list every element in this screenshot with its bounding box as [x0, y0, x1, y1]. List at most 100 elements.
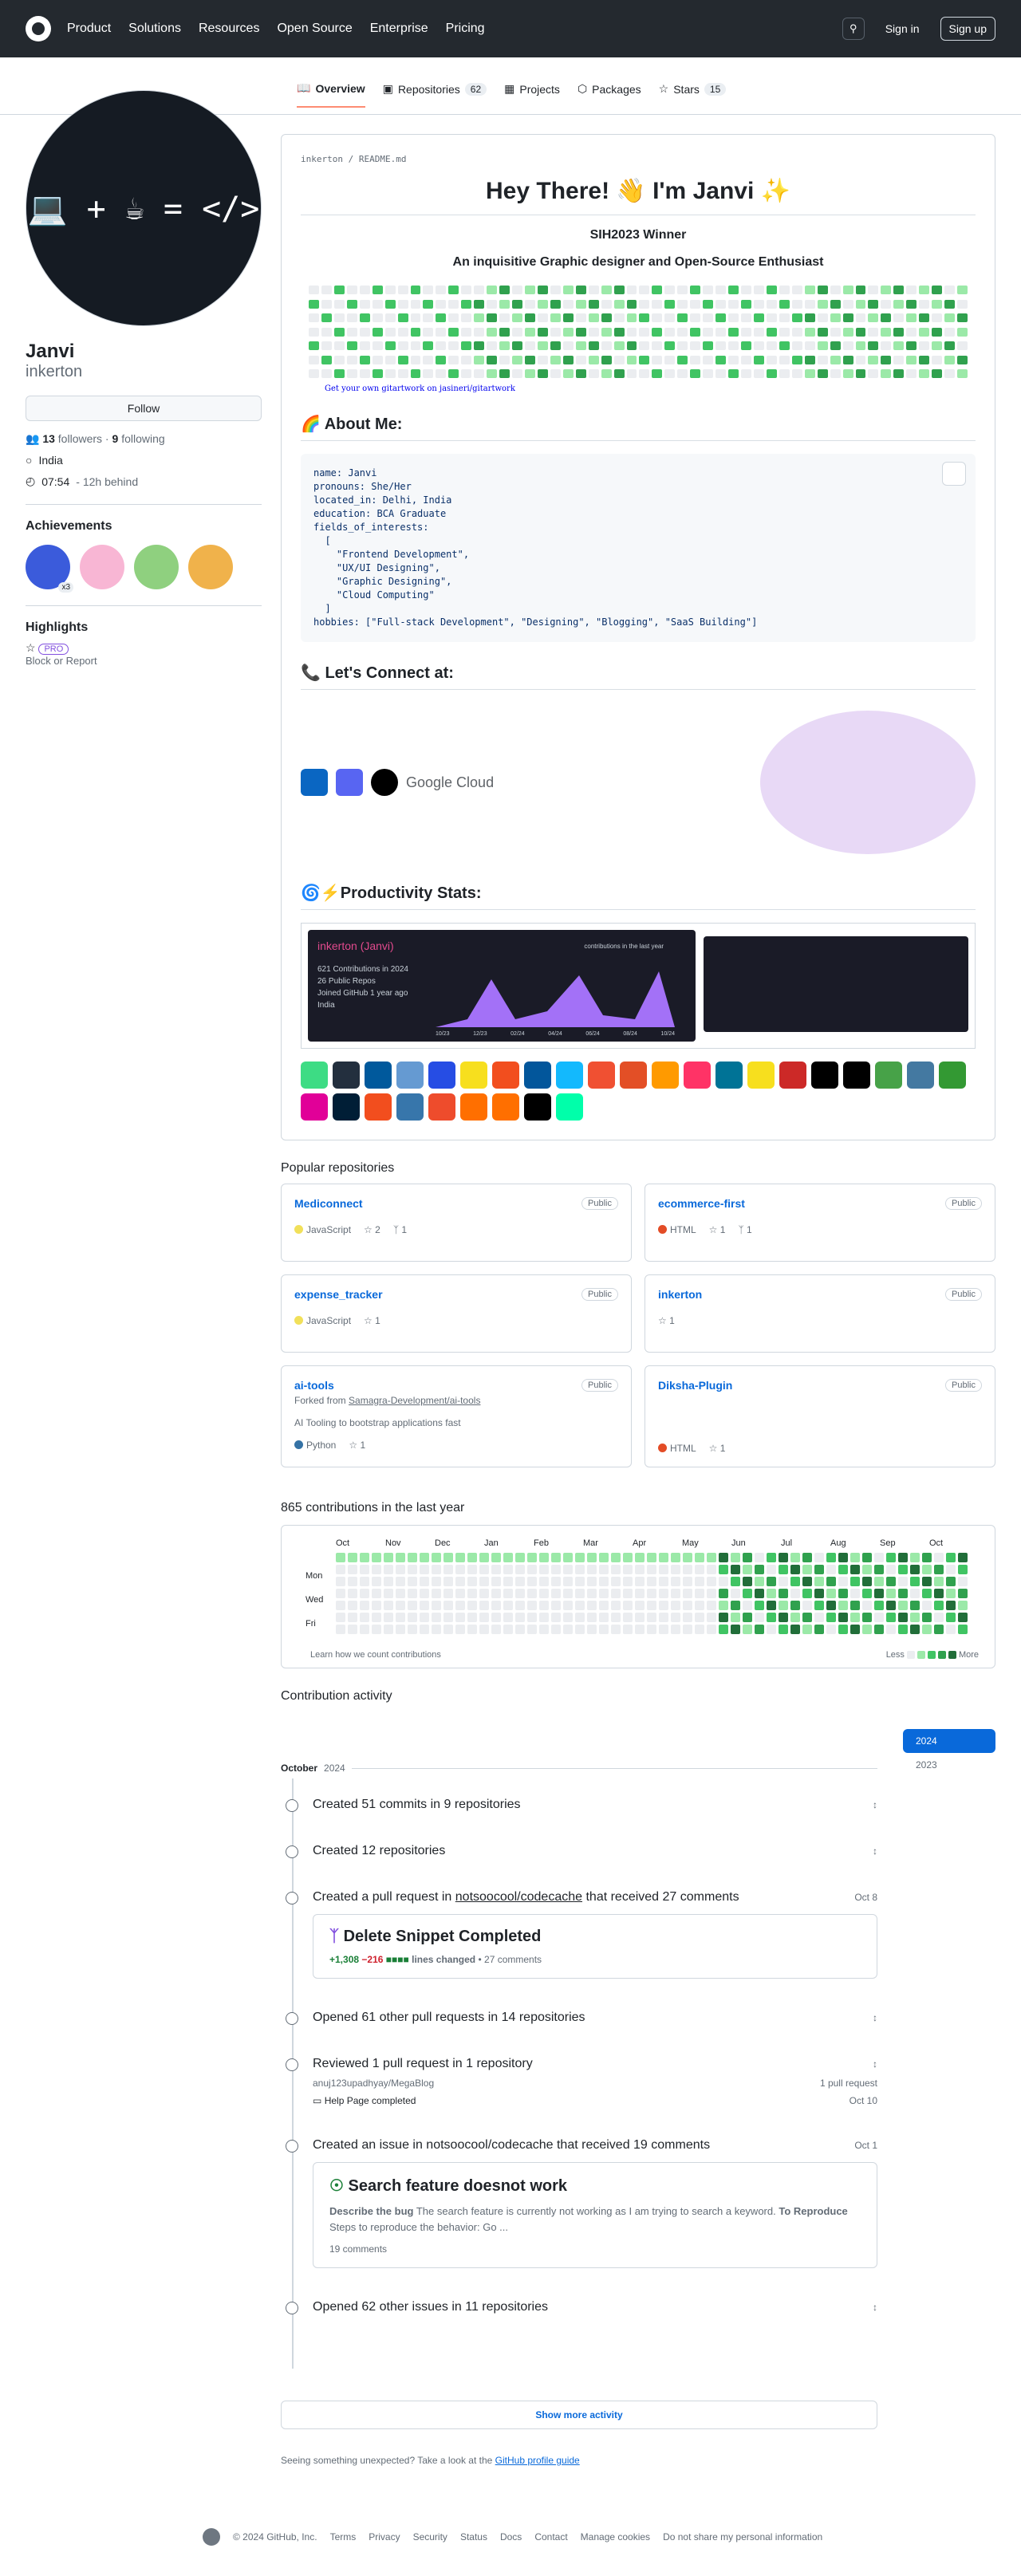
calendar-cell[interactable]	[659, 1625, 668, 1634]
calendar-cell[interactable]	[683, 1553, 692, 1562]
calendar-cell[interactable]	[575, 1553, 585, 1562]
calendar-cell[interactable]	[790, 1613, 800, 1622]
calendar-cell[interactable]	[503, 1577, 513, 1586]
calendar-cell[interactable]	[671, 1553, 680, 1562]
calendar-cell[interactable]	[850, 1613, 860, 1622]
calendar-cell[interactable]	[384, 1601, 393, 1610]
repo-name[interactable]: Diksha-Plugin	[658, 1379, 982, 1392]
calendar-cell[interactable]	[707, 1589, 716, 1598]
stars[interactable]: ☆ 1	[658, 1315, 675, 1326]
calendar-cell[interactable]	[898, 1553, 908, 1562]
calendar-cell[interactable]	[958, 1565, 968, 1574]
calendar-cell[interactable]	[779, 1553, 788, 1562]
calendar-cell[interactable]	[587, 1625, 597, 1634]
calendar-cell[interactable]	[671, 1577, 680, 1586]
calendar-cell[interactable]	[814, 1625, 824, 1634]
calendar-cell[interactable]	[958, 1553, 968, 1562]
calendar-cell[interactable]	[599, 1553, 609, 1562]
calendar-cell[interactable]	[886, 1625, 896, 1634]
calendar-cell[interactable]	[539, 1565, 549, 1574]
following-label[interactable]: following	[121, 432, 164, 445]
calendar-cell[interactable]	[611, 1577, 621, 1586]
achievements-title[interactable]: Achievements	[26, 519, 262, 534]
calendar-cell[interactable]	[695, 1613, 704, 1622]
pr-repo-link[interactable]: notsoocool/codecache	[455, 1890, 582, 1904]
calendar-cell[interactable]	[731, 1613, 740, 1622]
calendar-cell[interactable]	[731, 1553, 740, 1562]
calendar-cell[interactable]	[934, 1553, 944, 1562]
calendar-cell[interactable]	[719, 1553, 728, 1562]
calendar-cell[interactable]	[420, 1565, 429, 1574]
calendar-cell[interactable]	[348, 1625, 357, 1634]
calendar-cell[interactable]	[719, 1565, 728, 1574]
calendar-cell[interactable]	[922, 1625, 932, 1634]
activity-text[interactable]: Reviewed 1 pull request in 1 repository	[313, 2057, 533, 2070]
calendar-cell[interactable]	[432, 1565, 441, 1574]
calendar-cell[interactable]	[503, 1553, 513, 1562]
activity-text[interactable]: Opened 62 other issues in 11 repositorie…	[313, 2300, 548, 2314]
calendar-cell[interactable]	[898, 1565, 908, 1574]
calendar-cell[interactable]	[707, 1577, 716, 1586]
calendar-cell[interactable]	[934, 1613, 944, 1622]
calendar-cell[interactable]	[695, 1589, 704, 1598]
calendar-cell[interactable]	[479, 1577, 489, 1586]
tab-overview[interactable]: 📖 Overview	[297, 81, 365, 108]
calendar-cell[interactable]	[432, 1589, 441, 1598]
calendar-cell[interactable]	[611, 1601, 621, 1610]
calendar-cell[interactable]	[396, 1565, 405, 1574]
calendar-cell[interactable]	[862, 1577, 872, 1586]
activity-text[interactable]: Created an issue in notsoocool/codecache…	[313, 2138, 710, 2152]
calendar-cell[interactable]	[743, 1625, 752, 1634]
calendar-cell[interactable]	[599, 1613, 609, 1622]
linkedin-icon[interactable]	[301, 769, 328, 796]
calendar-cell[interactable]	[491, 1601, 501, 1610]
calendar-cell[interactable]	[814, 1589, 824, 1598]
achievement-badge[interactable]: x3	[26, 545, 73, 593]
calendar-cell[interactable]	[743, 1613, 752, 1622]
calendar-cell[interactable]	[408, 1589, 417, 1598]
calendar-cell[interactable]	[862, 1601, 872, 1610]
calendar-cell[interactable]	[527, 1553, 537, 1562]
following-count[interactable]: 9	[112, 432, 119, 445]
calendar-cell[interactable]	[934, 1577, 944, 1586]
calendar-cell[interactable]	[910, 1613, 920, 1622]
calendar-cell[interactable]	[467, 1553, 477, 1562]
calendar-cell[interactable]	[671, 1565, 680, 1574]
calendar-cell[interactable]	[707, 1553, 716, 1562]
calendar-cell[interactable]	[455, 1553, 465, 1562]
calendar-cell[interactable]	[802, 1565, 812, 1574]
calendar-cell[interactable]	[587, 1577, 597, 1586]
calendar-cell[interactable]	[838, 1565, 848, 1574]
expand-icon[interactable]: ↕	[873, 2058, 877, 2070]
calendar-cell[interactable]	[396, 1625, 405, 1634]
search-button[interactable]: ⚲	[842, 18, 865, 40]
activity-text[interactable]: Created 12 repositories	[313, 1844, 445, 1857]
calendar-cell[interactable]	[946, 1601, 956, 1610]
calendar-cell[interactable]	[515, 1589, 525, 1598]
calendar-cell[interactable]	[850, 1553, 860, 1562]
calendar-cell[interactable]	[623, 1613, 633, 1622]
calendar-cell[interactable]	[551, 1553, 561, 1562]
calendar-cell[interactable]	[922, 1577, 932, 1586]
calendar-cell[interactable]	[443, 1553, 453, 1562]
calendar-cell[interactable]	[779, 1565, 788, 1574]
calendar-cell[interactable]	[886, 1553, 896, 1562]
calendar-cell[interactable]	[719, 1589, 728, 1598]
calendar-cell[interactable]	[527, 1613, 537, 1622]
calendar-cell[interactable]	[802, 1613, 812, 1622]
calendar-cell[interactable]	[635, 1589, 645, 1598]
calendar-cell[interactable]	[707, 1625, 716, 1634]
calendar-cell[interactable]	[862, 1565, 872, 1574]
calendar-cell[interactable]	[671, 1613, 680, 1622]
calendar-cell[interactable]	[420, 1589, 429, 1598]
calendar-cell[interactable]	[755, 1553, 764, 1562]
calendar-cell[interactable]	[432, 1601, 441, 1610]
calendar-cell[interactable]	[336, 1577, 345, 1586]
calendar-cell[interactable]	[384, 1553, 393, 1562]
calendar-cell[interactable]	[790, 1589, 800, 1598]
calendar-cell[interactable]	[575, 1589, 585, 1598]
repo-name[interactable]: inkerton	[658, 1288, 982, 1301]
calendar-cell[interactable]	[467, 1625, 477, 1634]
footer-link[interactable]: Terms	[330, 2531, 357, 2543]
calendar-cell[interactable]	[563, 1625, 573, 1634]
